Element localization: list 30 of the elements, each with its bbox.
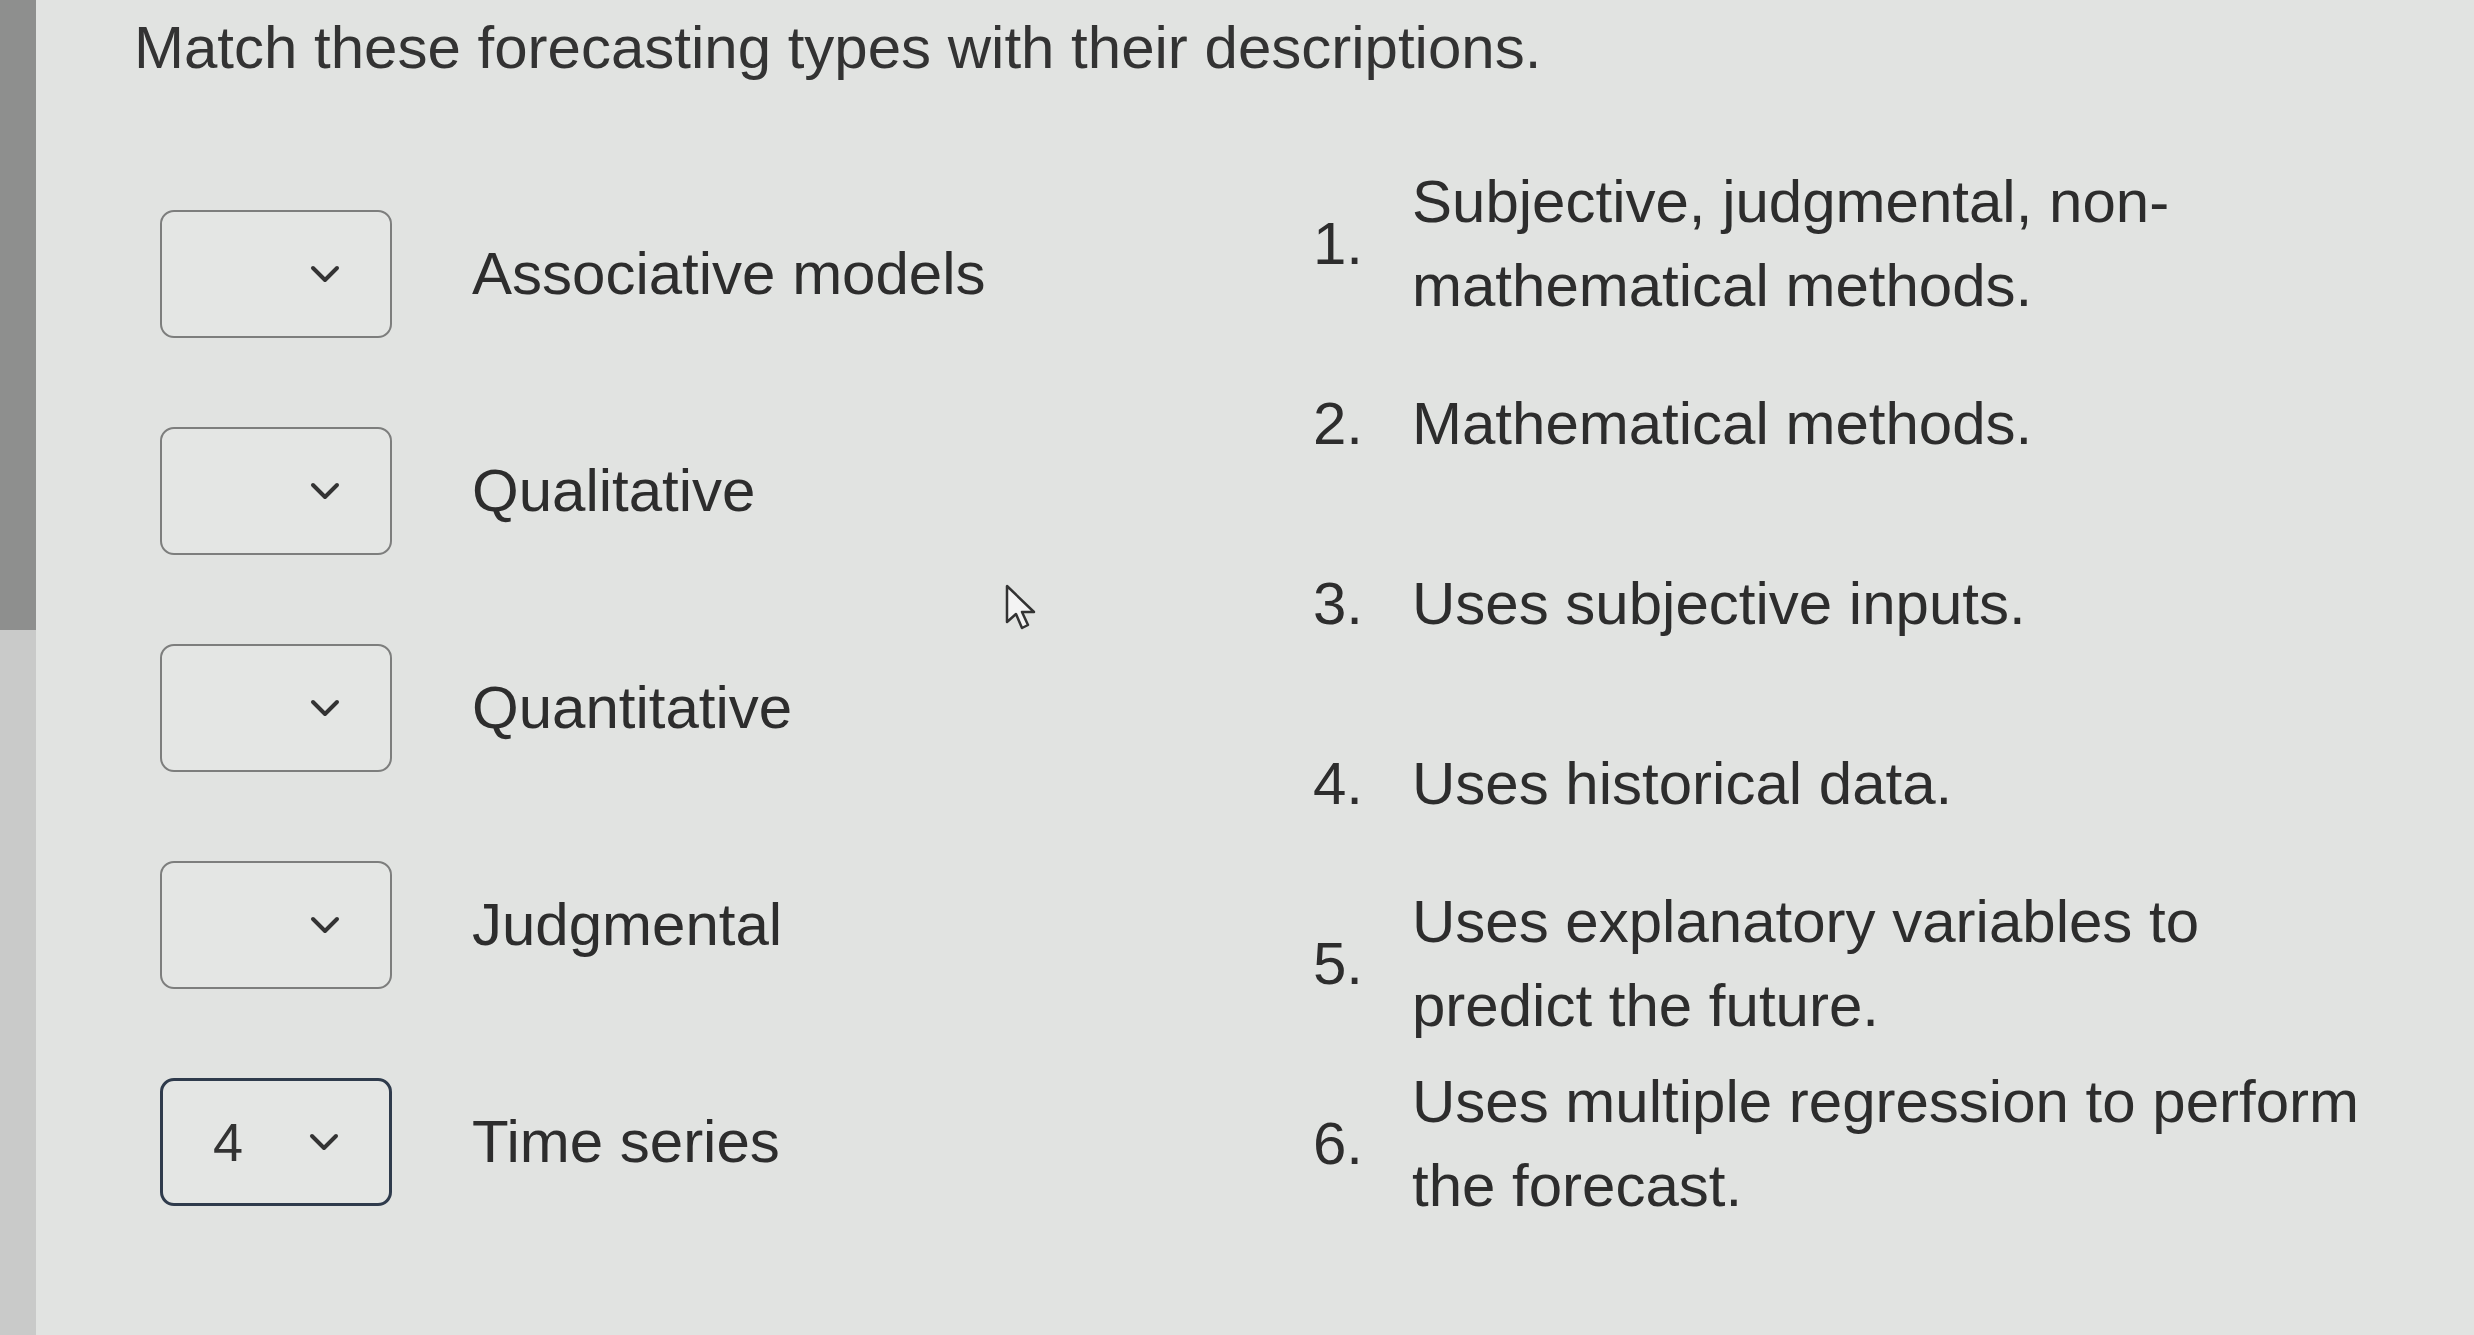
chevron-down-icon [310, 699, 340, 717]
question-prompt: Match these forecasting types with their descriptions. [134, 13, 1542, 83]
item-number: 3. [1313, 569, 1365, 639]
item-number: 5. [1313, 929, 1365, 999]
description-text: Uses multiple regression to perform the forecast. [1412, 1067, 2360, 1221]
item-number: 4. [1313, 749, 1365, 819]
scrollbar-thumb[interactable] [0, 0, 36, 630]
description-text: Uses historical data. [1412, 749, 1953, 819]
item-number: 6. [1313, 1109, 1365, 1179]
term-label: Judgmental [472, 890, 783, 960]
description-text: Uses explanatory variables to predict the future. [1412, 887, 2200, 1041]
term-label: Time series [472, 1107, 780, 1177]
mouse-pointer-icon [1005, 584, 1036, 630]
answer-dropdown[interactable]: 4 [160, 1078, 392, 1206]
term-label: Associative models [472, 239, 986, 309]
answer-dropdown[interactable] [160, 644, 392, 772]
description-text: Subjective, judgmental, non- mathematical methods. [1412, 167, 2170, 321]
description-text: Mathematical methods. [1412, 389, 2033, 459]
answer-dropdown[interactable] [160, 427, 392, 555]
item-number: 1. [1313, 209, 1365, 279]
term-label: Qualitative [472, 456, 756, 526]
chevron-down-icon [309, 1133, 339, 1151]
answer-dropdown[interactable] [160, 210, 392, 338]
chevron-down-icon [310, 265, 340, 283]
answer-dropdown[interactable] [160, 861, 392, 989]
item-number: 2. [1313, 389, 1365, 459]
chevron-down-icon [310, 482, 340, 500]
chevron-down-icon [310, 916, 340, 934]
description-text: Uses subjective inputs. [1412, 569, 2026, 639]
term-label: Quantitative [472, 673, 793, 743]
